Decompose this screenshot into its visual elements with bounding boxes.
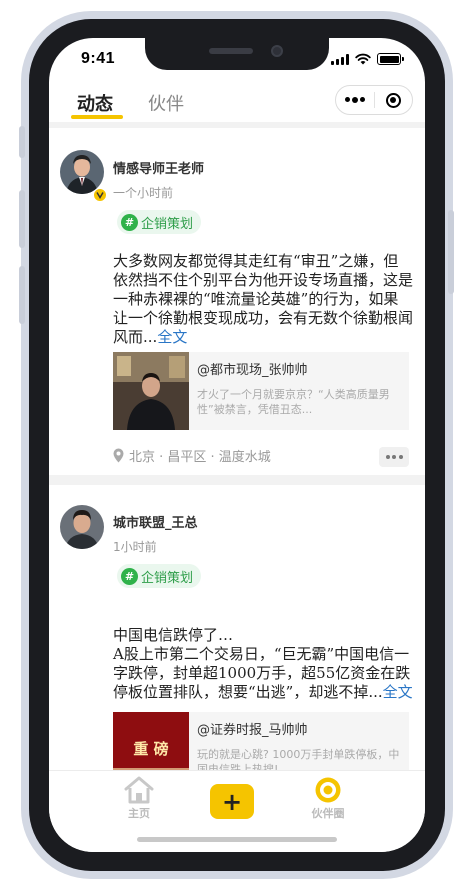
target-icon: [385, 92, 401, 108]
post-card[interactable]: 情感导师王老师 一个小时前 # 企销策划 大多数网友都觉得其走红有“审丑”之嫌，…: [49, 128, 425, 475]
location-pin-icon: [113, 448, 124, 463]
close-miniprogram-button[interactable]: [375, 86, 413, 114]
author-name[interactable]: 城市联盟_王总: [113, 512, 198, 531]
active-tab-indicator: [71, 115, 123, 119]
avatar-photo-icon: [60, 505, 104, 549]
hash-icon: #: [121, 567, 138, 585]
tab-partners[interactable]: 伙伴: [148, 90, 184, 116]
tabbar-partner-circle-label: 伙伴圈: [311, 807, 345, 820]
read-more-link[interactable]: 全文: [157, 328, 187, 346]
shared-post-card[interactable]: @都市现场_张帅帅 才火了一个月就要京京？“人类高质量男性”被禁言，凭借丑态..…: [113, 352, 409, 430]
video-thumbnail-icon: [113, 352, 189, 430]
post-text: 中国电信跌停了… A股上市第二个交易日，“巨无霸”中国电信一字跌停，封单超100…: [113, 607, 413, 702]
read-more-link[interactable]: 全文: [383, 683, 413, 701]
mini-program-capsule: [335, 85, 413, 115]
notch: [145, 38, 329, 70]
status-time: 9:41: [81, 50, 116, 67]
top-nav: 动态 伙伴: [49, 82, 425, 122]
tabbar-home-label: 主页: [128, 807, 150, 820]
tabbar-partner-circle[interactable]: 伙伴圈: [298, 776, 358, 821]
speaker: [209, 48, 253, 54]
location-text: 北京 · 昌平区 · 温度水城: [129, 450, 271, 465]
share-description: 才火了一个月就要京京？“人类高质量男性”被禁言，凭借丑态...: [197, 388, 390, 416]
more-menu-button[interactable]: [336, 86, 374, 114]
topic-tag-label: 企销策划: [141, 216, 194, 232]
tab-dynamics[interactable]: 动态: [77, 90, 113, 116]
plus-icon: +: [221, 787, 243, 816]
front-camera: [271, 45, 283, 57]
post-time: 一个小时前: [113, 186, 174, 200]
status-icons: [331, 53, 404, 65]
volume-up-button: [19, 190, 25, 248]
tabbar-home[interactable]: 主页: [109, 776, 169, 821]
bottom-tabbar: 主页 + 伙伴圈: [49, 770, 425, 852]
share-info: @都市现场_张帅帅 才火了一个月就要京京？“人类高质量男性”被禁言，凭借丑态..…: [189, 352, 409, 430]
volume-down-button: [19, 266, 25, 324]
topic-tag[interactable]: # 企销策划: [117, 564, 202, 588]
post-more-button[interactable]: [379, 447, 409, 467]
home-icon: [124, 776, 154, 804]
verified-badge-icon: [93, 188, 107, 202]
shared-post-card[interactable]: 重 磅 @证券时报_马帅帅 玩的就是心跳? 1000万手封单跌停板，中国电信跌上…: [113, 712, 409, 770]
share-description: 玩的就是心跳? 1000万手封单跌停板，中国电信跌上热搜! ....: [197, 748, 400, 770]
signal-icon: [331, 53, 349, 65]
post-text: 大多数网友都觉得其走红有“审丑”之嫌，但依然挡不住个别平台为他开设专场直播，这是…: [113, 252, 413, 347]
avatar[interactable]: [60, 505, 104, 549]
share-title: @证券时报_马帅帅: [197, 723, 308, 738]
publish-button[interactable]: +: [210, 784, 254, 819]
share-info: @证券时报_马帅帅 玩的就是心跳? 1000万手封单跌停板，中国电信跌上热搜! …: [189, 712, 409, 770]
partner-circle-icon: [315, 777, 341, 803]
topic-tag-label: 企销策划: [141, 570, 194, 586]
topic-tag[interactable]: # 企销策划: [117, 210, 202, 234]
author-name[interactable]: 情感导师王老师: [113, 158, 204, 177]
phone-screen: 9:41 动态 伙伴 情感导师王老师 一个小时前 # 企销策划 大多数网友都觉得…: [49, 38, 425, 852]
post-card[interactable]: 城市联盟_王总 1小时前 # 企销策划 中国电信跌停了… A股上市第二个交易日，…: [49, 485, 425, 770]
feed-list[interactable]: 情感导师王老师 一个小时前 # 企销策划 大多数网友都觉得其走红有“审丑”之嫌，…: [49, 122, 425, 770]
home-indicator: [137, 837, 337, 842]
post-text-content: 中国电信跌停了… A股上市第二个交易日，“巨无霸”中国电信一字跌停，封单超100…: [113, 626, 411, 701]
more-dots-icon: [344, 97, 365, 103]
share-thumbnail-text: 重 磅: [133, 740, 169, 758]
share-title: @都市现场_张帅帅: [197, 363, 308, 378]
battery-icon: [377, 53, 404, 65]
mute-switch: [19, 126, 25, 158]
power-button: [448, 210, 454, 294]
share-thumbnail: 重 磅: [113, 712, 189, 770]
share-thumbnail: [113, 352, 189, 430]
post-time: 1小时前: [113, 540, 157, 554]
wifi-icon: [355, 53, 371, 65]
location[interactable]: 北京 · 昌平区 · 温度水城: [113, 446, 271, 465]
hash-icon: #: [121, 213, 138, 231]
